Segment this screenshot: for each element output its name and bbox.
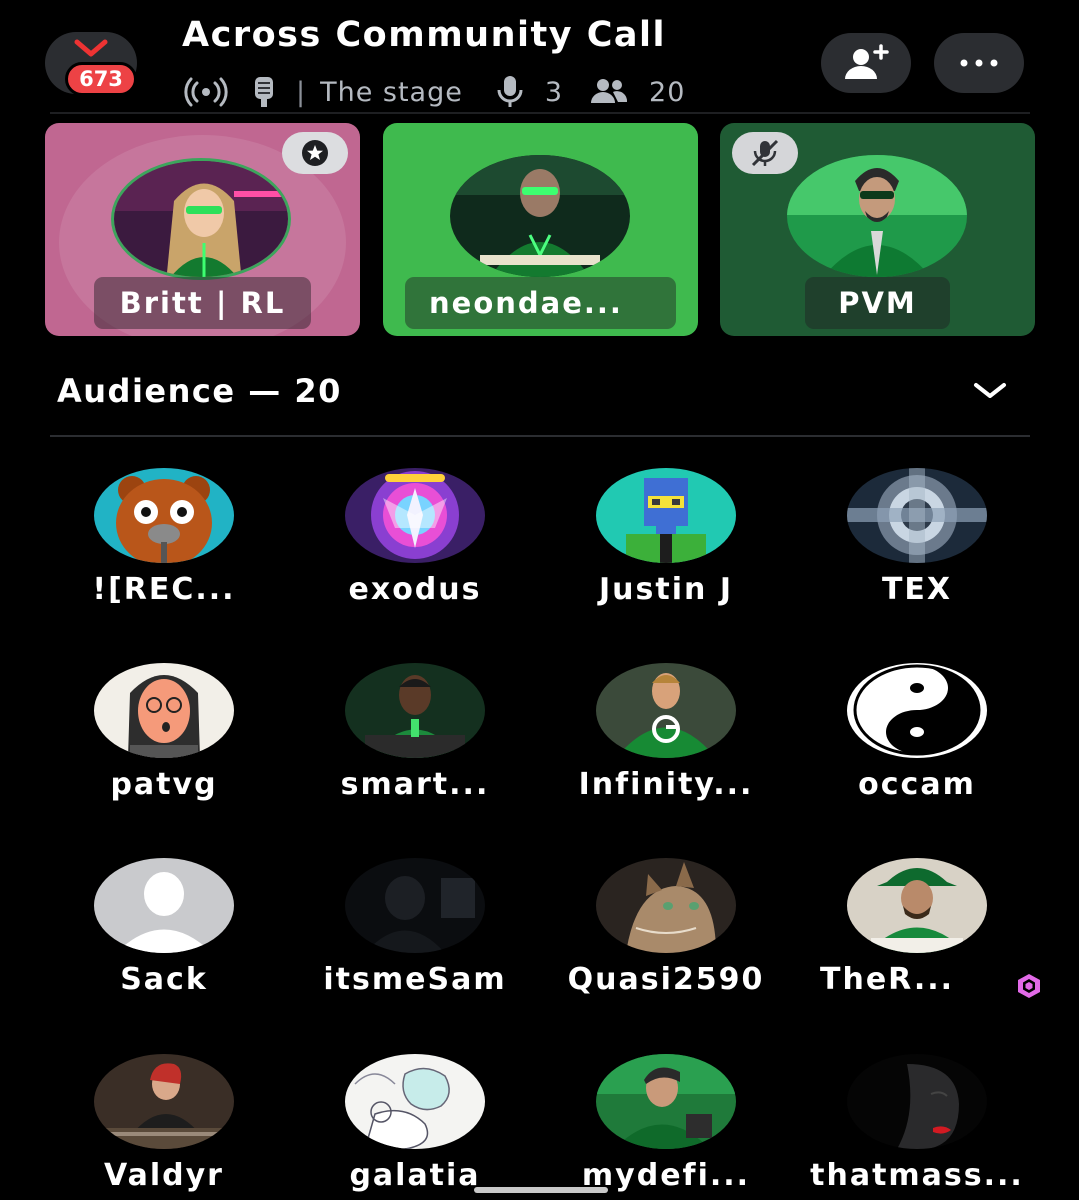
speaker-count: 3 [544,76,564,108]
member-name: TEX [881,572,953,607]
speaker-tile[interactable]: PVM [720,123,1035,336]
speaker-tile[interactable]: Britt | RL [45,123,360,336]
member-name: TheR... [820,962,955,997]
member-avatar [847,1054,987,1149]
speaker-name: PVM [805,277,950,329]
member-avatar [94,663,234,758]
speaker-name: neondae... [405,277,676,329]
microphone-icon [495,75,525,109]
member-name: Valdyr [104,1158,224,1193]
member-name: occam [858,767,976,802]
audience-heading: Audience — 20 [57,372,342,410]
member-avatar [596,858,736,953]
member-avatar [345,468,485,563]
member-name: Sack [120,962,208,997]
broadcast-icon [182,75,230,109]
audience-divider [50,435,1030,437]
member-name: thatmass... [810,1158,1024,1193]
member-name: itsmeSam [323,962,507,997]
member-name: Justin J [599,572,733,607]
chevron-down-icon[interactable] [970,378,1010,404]
speaker-avatar [787,155,967,277]
member-avatar [847,858,987,953]
member-avatar [94,858,234,953]
speaker-avatar [450,155,630,277]
listener-count: 20 [649,76,686,108]
back-button[interactable]: 673 [45,32,137,96]
podium-microphone-icon [252,75,276,109]
stage-info-row: | The stage 3 20 [182,72,685,112]
more-horizontal-icon [960,59,998,67]
stage-title: Across Community Call [182,15,667,55]
channel-name: The stage [320,76,463,108]
member-name: Infinity... [578,767,754,802]
more-options-button[interactable] [934,33,1024,93]
member-name: Quasi2590 [567,962,765,997]
muted-microphone-icon [732,132,798,174]
member-avatar [847,468,987,563]
add-user-icon [845,44,889,79]
member-avatar [596,1054,736,1149]
member-avatar [345,1054,485,1149]
member-avatar [345,663,485,758]
chevron-down-icon [74,39,108,57]
member-name: patvg [110,767,218,802]
member-name: exodus [348,572,482,607]
member-avatar [847,663,987,758]
header-divider [50,112,1030,114]
member-avatar [94,1054,234,1149]
member-avatar [596,468,736,563]
home-indicator[interactable] [474,1187,608,1193]
speaker-name: Britt | RL [94,277,311,329]
speaker-tile[interactable]: neondae... [383,123,698,336]
member-name: smart... [340,767,490,802]
invite-user-button[interactable] [821,33,911,93]
nitro-boost-icon [1018,974,1040,998]
separator: | [296,76,307,108]
member-avatar [94,468,234,563]
member-name: ![REC... [92,572,236,607]
member-avatar [345,858,485,953]
member-avatar [596,663,736,758]
speaker-avatar [111,158,291,280]
moderator-shield-icon [282,132,348,174]
unread-count-badge: 673 [65,62,137,96]
users-icon [589,77,629,107]
